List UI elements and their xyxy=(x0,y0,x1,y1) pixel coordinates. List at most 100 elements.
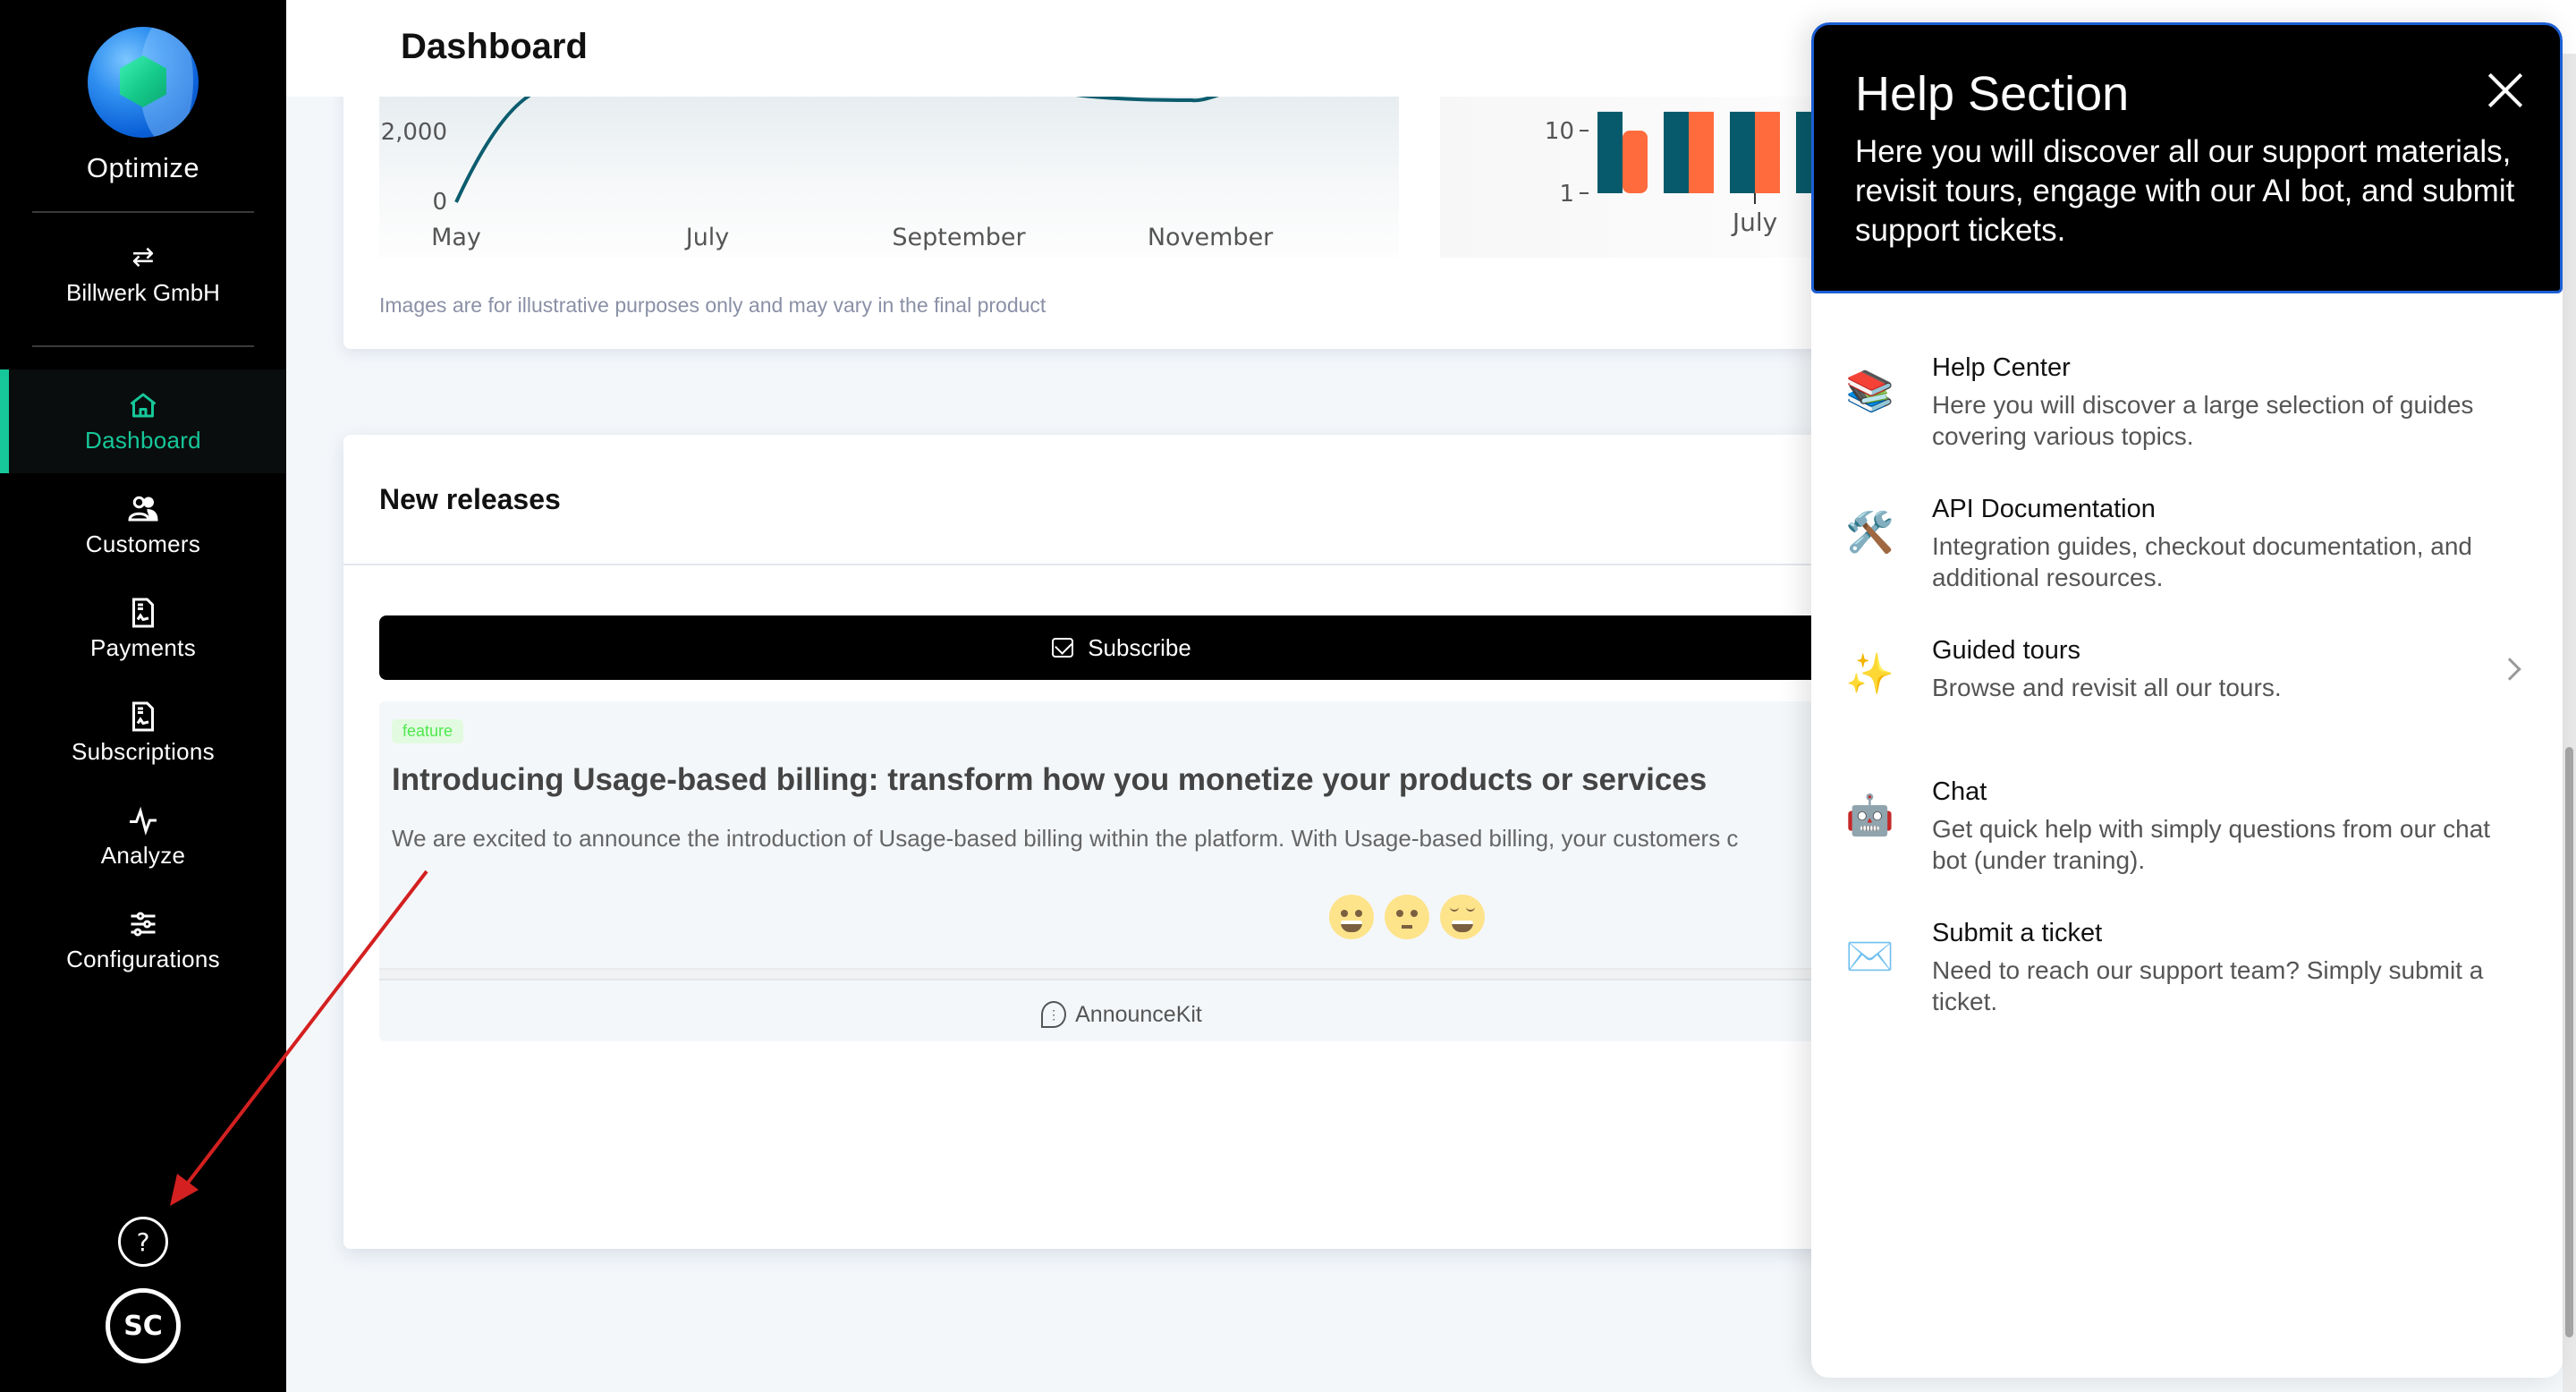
sidebar-divider xyxy=(32,211,254,213)
sliders-icon xyxy=(131,912,156,936)
robot-icon: 🤖 xyxy=(1845,793,1894,838)
avatar-initials: SC xyxy=(123,1310,163,1342)
sidebar-item-analyze[interactable]: Analyze xyxy=(0,785,286,888)
y-tick-label: 1 xyxy=(1559,181,1574,208)
bar-chart-svg: 1 10 July xyxy=(1545,111,1846,237)
subscribe-label: Subscribe xyxy=(1088,633,1191,661)
sidebar-item-label: Subscriptions xyxy=(72,737,215,765)
app-name: Optimize xyxy=(86,152,200,183)
disclaimer-text: Images are for illustrative purposes onl… xyxy=(379,293,1046,317)
home-icon xyxy=(130,393,157,417)
help-item-title: API Documentation xyxy=(1932,495,2156,523)
scrollbar[interactable] xyxy=(2563,54,2576,1392)
help-item-help-center[interactable]: 📚 Help Center Here you will discover a l… xyxy=(1811,327,2563,468)
sidebar-item-subscriptions[interactable]: Subscriptions xyxy=(0,681,286,785)
line-series-segment xyxy=(454,85,555,203)
x-tick-label: September xyxy=(892,224,1026,251)
reaction-neutral-icon[interactable] xyxy=(1385,895,1429,939)
announcekit-label: AnnounceKit xyxy=(1075,1001,1202,1027)
help-item-guided-tours[interactable]: ✨ Guided tours Browse and revisit all ou… xyxy=(1811,609,2563,751)
reaction-happy-icon[interactable] xyxy=(1329,895,1374,939)
line-series-segment xyxy=(1057,89,1229,103)
charts-card: 0 2,000 May July September November 1 10 July I… xyxy=(343,54,1864,349)
x-tick-label: July xyxy=(684,224,730,251)
users-icon xyxy=(128,496,158,521)
sidebar-item-configurations[interactable]: Configurations xyxy=(0,888,286,992)
y-tick-label: 2,000 xyxy=(381,119,447,146)
reaction-bar xyxy=(1329,895,1485,939)
y-tick-label: 10 xyxy=(1545,118,1574,145)
help-item-title: Guided tours xyxy=(1932,636,2081,665)
sidebar: Optimize ⇄ Billwerk GmbH Dashboard Custo… xyxy=(0,0,286,1392)
help-panel-subtitle: Here you will discover all our support m… xyxy=(1855,134,2515,248)
help-item-desc: Integration guides, checkout documentati… xyxy=(1932,532,2472,591)
sparkles-icon: ✨ xyxy=(1845,651,1894,697)
scrollbar-thumb[interactable] xyxy=(2565,747,2573,1337)
help-item-api-documentation[interactable]: 🛠️ API Documentation Integration guides,… xyxy=(1811,468,2563,609)
sidebar-item-label: Payments xyxy=(89,633,196,661)
bar xyxy=(1730,111,1755,193)
announcekit-icon: ⋮ xyxy=(1041,1001,1067,1028)
divider xyxy=(379,968,1864,980)
post-body: We are excited to announce the introduct… xyxy=(392,825,1739,852)
announcekit-link[interactable]: ⋮ AnnounceKit xyxy=(379,988,1864,1041)
help-item-chat[interactable]: 🤖 Chat Get quick help with simply questi… xyxy=(1811,751,2563,892)
line-chart: 0 2,000 May July September November xyxy=(379,85,1399,258)
divider xyxy=(343,564,1864,565)
document-icon xyxy=(132,598,154,627)
release-post[interactable]: feature Introducing Usage-based billing:… xyxy=(379,701,1864,1041)
page-title: Dashboard xyxy=(401,27,588,66)
sidebar-item-label: Configurations xyxy=(66,945,220,972)
new-releases-card: New releases Subscribe feature Introduci… xyxy=(343,435,1864,1249)
document-icon xyxy=(132,701,154,731)
x-tick-label: July xyxy=(1731,208,1777,237)
reaction-sad-icon[interactable] xyxy=(1440,895,1485,939)
bar-chart: 1 10 July xyxy=(1440,97,1864,258)
help-item-desc: Browse and revisit all our tours. xyxy=(1932,674,2282,701)
org-name: Billwerk GmbH xyxy=(66,279,220,306)
switch-arrows-icon: ⇄ xyxy=(131,242,155,273)
help-item-title: Submit a ticket xyxy=(1932,919,2103,947)
subscribe-button[interactable]: Subscribe xyxy=(379,615,1864,680)
sidebar-nav: Dashboard Customers Payments Subscriptio… xyxy=(0,369,286,992)
books-icon: 📚 xyxy=(1845,369,1894,414)
org-switcher[interactable]: ⇄ Billwerk GmbH xyxy=(0,242,286,307)
post-tag: feature xyxy=(392,719,464,743)
envelope-icon: ✉️ xyxy=(1845,934,1894,980)
help-panel: Help Section Here you will discover all … xyxy=(1811,22,2563,1378)
sidebar-item-customers[interactable]: Customers xyxy=(0,473,286,577)
help-list: 📚 Help Center Here you will discover a l… xyxy=(1811,327,2563,1033)
y-tick-label: 0 xyxy=(432,189,447,216)
help-panel-title: Help Section xyxy=(1855,67,2130,121)
help-item-submit-ticket[interactable]: ✉️ Submit a ticket Need to reach our sup… xyxy=(1811,892,2563,1033)
question-icon: ? xyxy=(136,1226,150,1257)
sidebar-item-label: Analyze xyxy=(100,841,186,869)
help-item-title: Help Center xyxy=(1932,353,2071,382)
mail-icon xyxy=(1052,638,1074,658)
bar xyxy=(1597,111,1623,193)
bar xyxy=(1664,111,1689,193)
sidebar-item-label: Customers xyxy=(85,530,201,557)
help-item-desc: Get quick help with simply questions fro… xyxy=(1932,815,2491,874)
bar xyxy=(1755,111,1780,193)
tools-icon: 🛠️ xyxy=(1845,510,1894,556)
pulse-icon xyxy=(130,806,157,836)
line-chart-svg: 0 2,000 May July September November xyxy=(381,85,1274,251)
help-item-desc: Here you will discover a large selection… xyxy=(1932,391,2474,450)
user-avatar[interactable]: SC xyxy=(106,1288,181,1363)
help-item-title: Chat xyxy=(1932,777,1987,806)
releases-title: New releases xyxy=(379,483,561,515)
help-button[interactable]: ? xyxy=(118,1217,168,1267)
sidebar-divider xyxy=(32,345,254,347)
close-icon[interactable] xyxy=(2487,72,2524,109)
sidebar-item-payments[interactable]: Payments xyxy=(0,577,286,681)
x-tick-label: November xyxy=(1148,224,1274,251)
app-logo[interactable] xyxy=(88,27,199,138)
bar xyxy=(1623,131,1648,193)
post-title[interactable]: Introducing Usage-based billing: transfo… xyxy=(392,762,1707,798)
bar xyxy=(1689,111,1714,193)
sidebar-item-label: Dashboard xyxy=(85,426,201,454)
x-tick-label: May xyxy=(431,224,481,251)
help-panel-header: Help Section Here you will discover all … xyxy=(1811,22,2563,293)
sidebar-item-dashboard[interactable]: Dashboard xyxy=(0,369,286,473)
